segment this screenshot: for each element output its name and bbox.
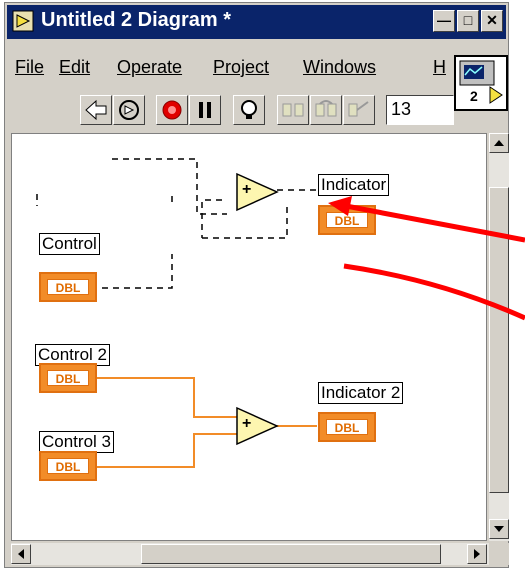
menu-file[interactable]: File (15, 57, 44, 78)
abort-button[interactable] (156, 95, 188, 125)
vi-icon[interactable]: 2 (454, 55, 508, 111)
font-size-field[interactable]: 13 (386, 95, 454, 125)
menu-operate[interactable]: Operate (117, 57, 182, 78)
labview-app-icon (12, 10, 34, 32)
vi-icon-number: 2 (470, 88, 478, 104)
arrow-left-icon (18, 549, 24, 559)
horizontal-scroll-thumb[interactable] (141, 544, 441, 564)
menu-windows[interactable]: Windows (303, 57, 376, 78)
indicator-terminal[interactable]: DBL (318, 205, 376, 235)
block-diagram-canvas[interactable]: + + Indicator Control Control 2 Indicato… (11, 133, 487, 541)
step-over-button[interactable] (310, 95, 342, 125)
indicator2-terminal[interactable]: DBL (318, 412, 376, 442)
close-button[interactable]: ✕ (481, 10, 503, 32)
step-into-button[interactable] (277, 95, 309, 125)
arrow-right-icon (474, 549, 480, 559)
font-size-value: 13 (391, 99, 412, 119)
window-title: Untitled 2 Diagram * (41, 9, 232, 31)
run-continuous-button[interactable] (113, 95, 145, 125)
abort-icon (162, 100, 182, 120)
control3-terminal[interactable]: DBL (39, 451, 97, 481)
add-symbol-bottom: + (242, 415, 252, 432)
run-button[interactable] (80, 95, 112, 125)
step-over-icon (315, 100, 337, 117)
pause-icon (199, 102, 211, 118)
diagram-window: Untitled 2 Diagram * — □ ✕ File Edit Ope… (4, 2, 509, 568)
step-out-button[interactable] (343, 95, 375, 125)
add-symbol-top: + (242, 181, 252, 198)
scroll-right-button[interactable] (467, 544, 487, 564)
scroll-down-button[interactable] (489, 519, 509, 539)
menu-edit[interactable]: Edit (59, 57, 90, 78)
minimize-button[interactable]: — (433, 10, 455, 32)
maximize-button[interactable]: □ (457, 10, 479, 32)
control3-label[interactable]: Control 3 (39, 431, 114, 453)
pause-button[interactable] (189, 95, 221, 125)
control-label[interactable]: Control (39, 233, 100, 255)
size-grip[interactable] (489, 543, 509, 565)
vi-monitor-icon (459, 60, 503, 104)
horizontal-scrollbar[interactable] (11, 543, 489, 565)
highlight-execution-icon (241, 100, 257, 119)
control-terminal[interactable]: DBL (39, 272, 97, 302)
menu-project[interactable]: Project (213, 57, 269, 78)
scroll-left-button[interactable] (11, 544, 31, 564)
control2-terminal[interactable]: DBL (39, 363, 97, 393)
title-bar[interactable]: Untitled 2 Diagram * — □ ✕ (7, 5, 506, 39)
scroll-up-button[interactable] (489, 133, 509, 153)
menu-help[interactable]: H (433, 57, 446, 78)
highlight-execution-button[interactable] (233, 95, 265, 125)
indicator-label[interactable]: Indicator (318, 174, 390, 196)
step-into-icon (282, 103, 304, 117)
arrow-up-icon (494, 140, 504, 146)
vertical-scroll-thumb[interactable] (489, 187, 509, 493)
indicator2-label[interactable]: Indicator 2 (318, 382, 404, 404)
arrow-down-icon (494, 526, 504, 532)
run-continuous-icon (119, 100, 139, 120)
vertical-scrollbar[interactable] (489, 133, 509, 541)
step-out-icon (348, 101, 369, 117)
run-arrow-icon (85, 99, 107, 121)
